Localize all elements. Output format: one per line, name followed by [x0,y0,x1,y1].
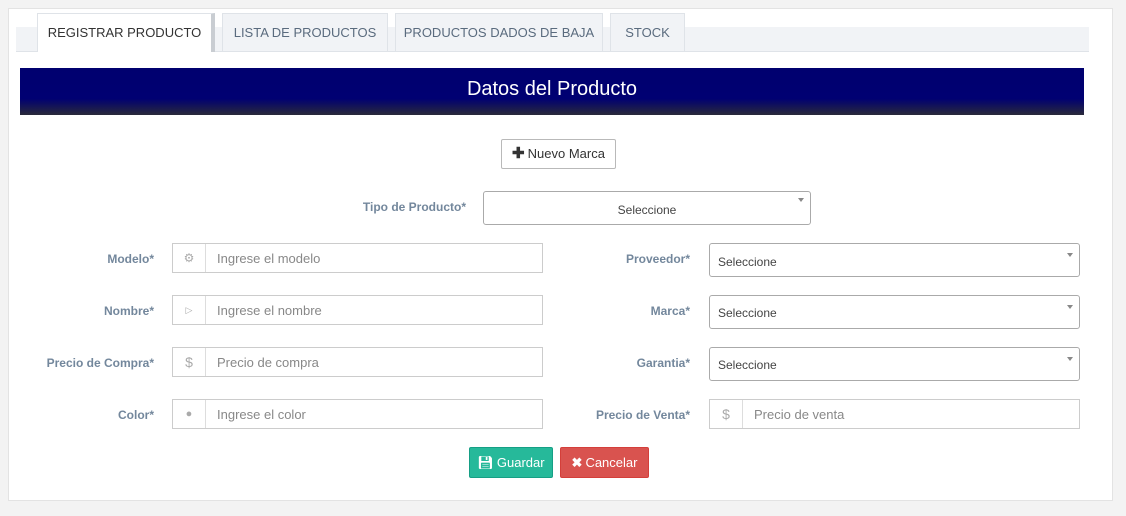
color-label: Color* [118,408,154,422]
precio-compra-input[interactable] [206,348,542,376]
modelo-label: Modelo* [107,252,154,266]
save-label: Guardar [496,455,545,470]
color-input[interactable] [206,400,542,428]
tab-bar: REGISTRAR PRODUCTO LISTA DE PRODUCTOS PR… [16,13,1089,52]
play-box-icon: ▷ [173,296,206,324]
product-type-value: Seleccione [617,203,677,217]
proveedor-value: Seleccione [718,255,777,269]
cancel-button[interactable]: ✖ Cancelar [560,447,649,478]
new-brand-label: Nuevo Marca [527,146,605,161]
nombre-input[interactable] [206,296,542,324]
modelo-input[interactable] [206,244,542,272]
proveedor-select[interactable]: Seleccione [709,243,1080,277]
section-title: Datos del Producto [466,78,638,100]
garantia-value: Seleccione [718,358,777,372]
color-field[interactable]: ● [172,399,543,429]
new-brand-button[interactable]: ✚ Nuevo Marca [501,139,616,169]
marca-value: Seleccione [718,306,777,320]
nombre-field[interactable]: ▷ [172,295,543,325]
proveedor-label: Proveedor* [625,252,690,266]
chevron-down-icon [1067,357,1073,361]
precio-venta-field[interactable]: $ [709,399,1080,429]
precio-venta-input[interactable] [743,400,1079,428]
tab-lista-de-productos[interactable]: LISTA DE PRODUCTOS [222,13,388,51]
floppy-disk-icon: 💾︎ [477,455,494,470]
chevron-down-icon [1067,253,1073,257]
cancel-label: Cancelar [585,455,638,470]
product-type-label: Tipo de Producto* [362,200,466,214]
plus-icon: ✚ [512,145,525,162]
precio-compra-label: Precio de Compra* [46,356,154,370]
modelo-field[interactable]: ⚙ [172,243,543,273]
tab-stock[interactable]: STOCK [610,13,685,51]
tab-registrar-producto[interactable]: REGISTRAR PRODUCTO [37,13,215,52]
product-type-select[interactable]: Seleccione [483,191,811,225]
gear-icon: ⚙ [173,244,206,272]
chevron-down-icon [798,198,804,202]
marca-select[interactable]: Seleccione [709,295,1080,329]
marca-label: Marca* [650,304,690,318]
close-icon: ✖ [571,455,583,470]
save-button[interactable]: 💾︎ Guardar [469,447,553,478]
chevron-down-icon [1067,305,1073,309]
tab-productos-dados-de-baja[interactable]: PRODUCTOS DADOS DE BAJA [395,13,603,51]
tint-icon: ● [173,400,206,428]
dollar-icon: $ [710,400,743,428]
nombre-label: Nombre* [103,304,154,318]
section-header: Datos del Producto [20,68,1084,115]
precio-venta-label: Precio de Venta* [595,408,690,422]
precio-compra-field[interactable]: $ [172,347,543,377]
garantia-label: Garantia* [636,356,690,370]
dollar-icon: $ [173,348,206,376]
garantia-select[interactable]: Seleccione [709,347,1080,381]
